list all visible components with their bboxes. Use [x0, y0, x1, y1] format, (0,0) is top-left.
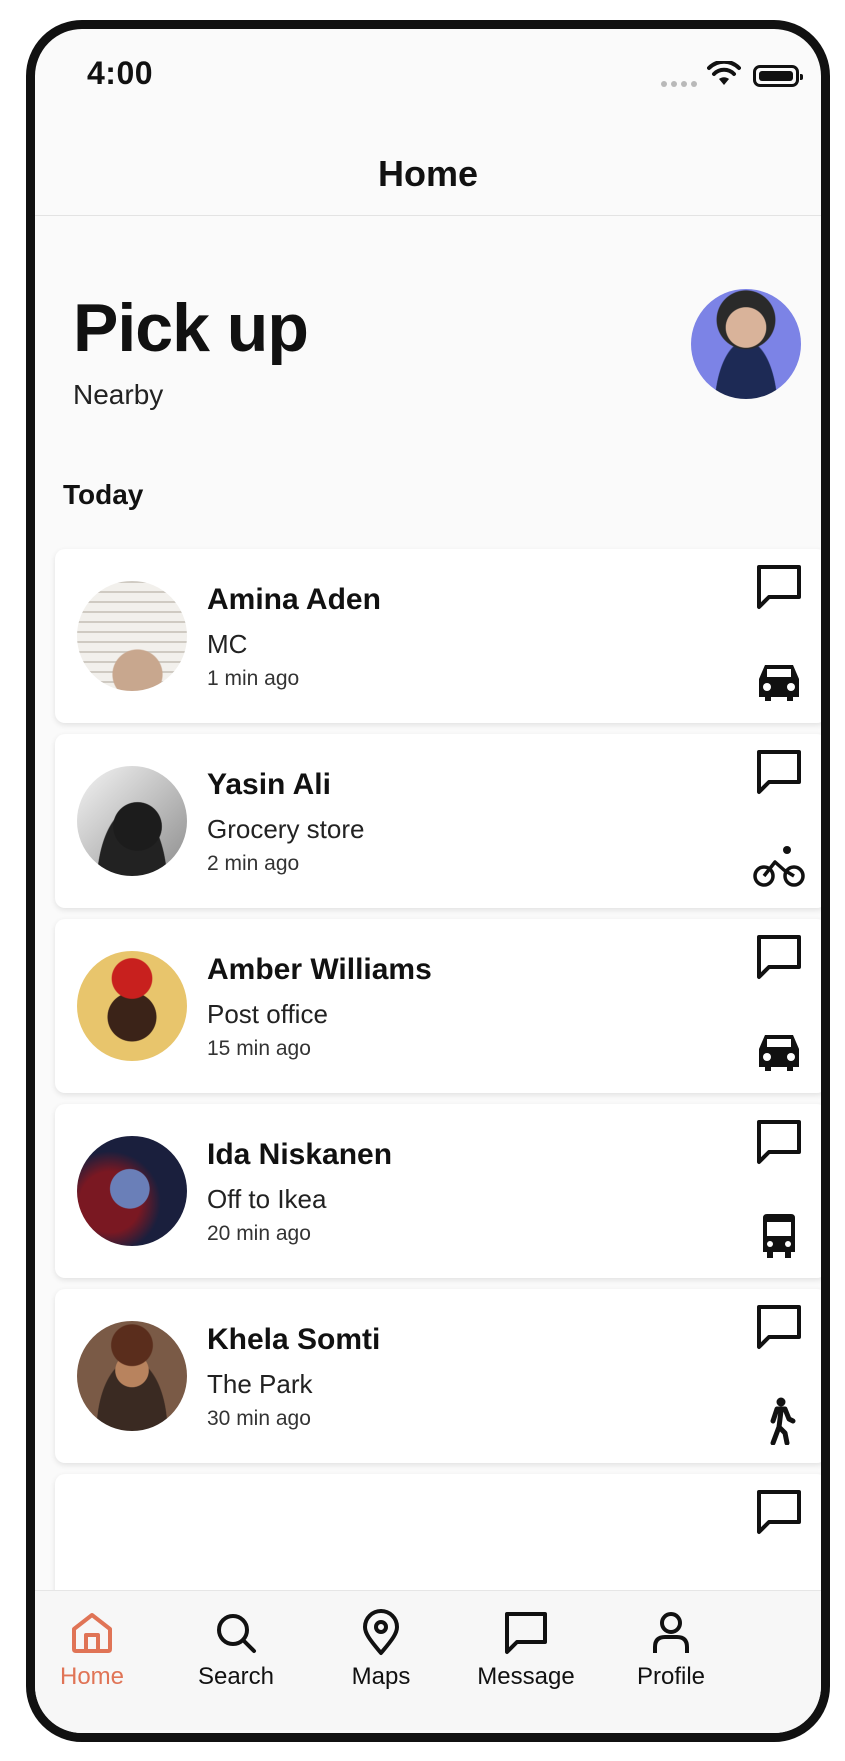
pickup-name: Amber Williams	[207, 953, 432, 986]
avatar	[77, 1136, 187, 1246]
tab-label: Search	[197, 1663, 275, 1690]
page-title: Pick up	[73, 290, 309, 366]
pickup-time: 30 min ago	[207, 1407, 311, 1430]
tab-profile[interactable]: Profile	[596, 1601, 746, 1721]
tab-label: Maps	[351, 1663, 411, 1690]
pickup-card[interactable]: Amber Williams Post office 15 min ago	[55, 919, 821, 1093]
tab-bar: Home Search Maps Message Profile	[35, 1590, 821, 1733]
avatar	[77, 951, 187, 1061]
pickup-time: 2 min ago	[207, 852, 300, 875]
pickup-place: The Park	[207, 1369, 313, 1399]
pickup-card[interactable]: Ida Niskanen Off to Ikea 20 min ago	[55, 1104, 821, 1278]
profile-icon	[653, 1612, 689, 1653]
tab-home[interactable]: Home	[35, 1601, 167, 1721]
message-icon	[505, 1612, 547, 1654]
status-time: 4:00	[87, 55, 154, 91]
message-icon[interactable]	[755, 933, 803, 981]
pickup-place: Grocery store	[207, 814, 365, 844]
pickup-place: Post office	[207, 999, 328, 1029]
message-icon[interactable]	[755, 563, 803, 611]
battery-icon	[753, 65, 803, 87]
tab-label: Profile	[636, 1663, 706, 1690]
bus-icon	[763, 1214, 795, 1258]
pickup-place: MC	[207, 629, 248, 659]
home-icon	[72, 1613, 112, 1653]
tab-maps[interactable]: Maps	[306, 1601, 456, 1721]
pickup-time: 20 min ago	[207, 1222, 311, 1245]
walking-icon	[770, 1397, 796, 1445]
pickup-time: 1 min ago	[207, 667, 300, 690]
phone-frame: 4:00 Home Pick up Nearby Today Amina Ade…	[26, 20, 830, 1742]
status-bar: 4:00	[35, 29, 821, 109]
pickup-card[interactable]: Yasin Ali Grocery store 2 min ago	[55, 734, 821, 908]
car-icon	[759, 1035, 799, 1071]
user-avatar[interactable]	[691, 289, 801, 399]
pickup-name: Amina Aden	[207, 583, 381, 616]
car-icon	[759, 665, 799, 701]
wifi-icon	[707, 61, 741, 85]
tab-message[interactable]: Message	[451, 1601, 601, 1721]
page-subtitle: Nearby	[73, 379, 164, 410]
pickup-name: Yasin Ali	[207, 768, 331, 801]
page-header: Pick up Nearby	[35, 259, 821, 429]
pickup-name: Ida Niskanen	[207, 1138, 393, 1171]
cellular-signal-icon	[661, 81, 697, 87]
message-icon[interactable]	[755, 1303, 803, 1351]
message-icon[interactable]	[755, 1118, 803, 1166]
map-pin-icon	[363, 1609, 399, 1655]
bicycle-icon	[753, 846, 805, 887]
nav-title: Home	[377, 153, 479, 194]
search-icon	[217, 1614, 256, 1653]
navigation-bar: Home	[35, 119, 821, 216]
tab-label: Home	[59, 1663, 125, 1690]
message-icon[interactable]	[755, 748, 803, 796]
pickup-place: Off to Ikea	[207, 1184, 327, 1214]
tab-search[interactable]: Search	[161, 1601, 311, 1721]
pickup-time: 15 min ago	[207, 1037, 311, 1060]
tab-label: Message	[477, 1663, 575, 1690]
avatar	[77, 581, 187, 691]
pickup-card[interactable]: Amina Aden MC 1 min ago	[55, 549, 821, 723]
pickup-name: Khela Somti	[207, 1323, 381, 1356]
section-label: Today	[63, 479, 144, 510]
avatar	[77, 1321, 187, 1431]
pickup-card[interactable]: Khela Somti The Park 30 min ago	[55, 1289, 821, 1463]
message-icon[interactable]	[755, 1488, 803, 1536]
avatar	[77, 766, 187, 876]
